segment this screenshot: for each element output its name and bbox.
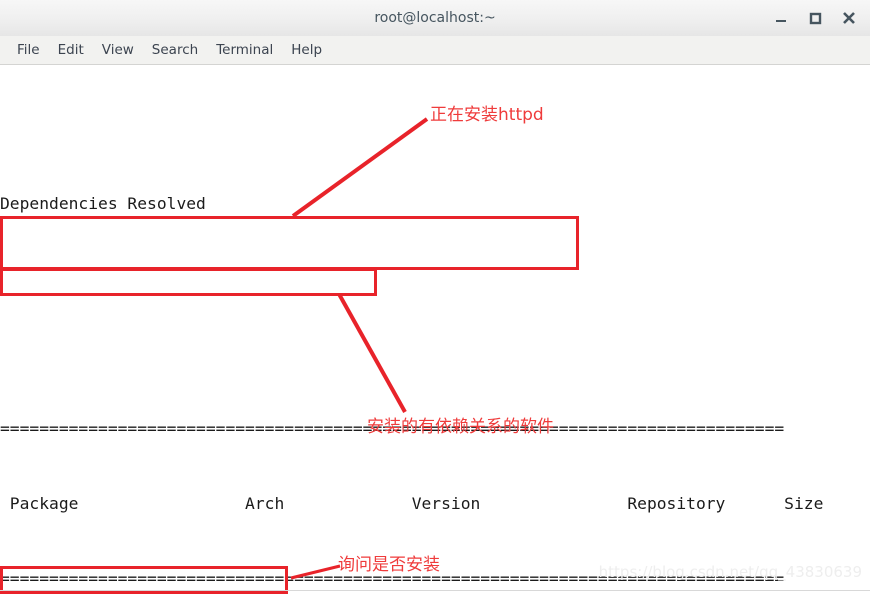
minimize-icon[interactable] [772, 9, 790, 27]
window-titlebar: root@localhost:~ [0, 0, 870, 37]
window-title: root@localhost:~ [374, 10, 496, 26]
csdn-watermark: https://blog.csdn.net/qq_43830639 [598, 563, 862, 581]
bottom-divider [0, 590, 870, 591]
menu-item-help[interactable]: Help [282, 39, 331, 61]
terminal-blank-line-1 [0, 116, 870, 141]
terminal-window-screenshot: root@localhost:~ File Edit View Search T… [0, 0, 870, 595]
table-rule-top: ========================================… [0, 419, 785, 438]
close-icon[interactable] [840, 9, 858, 27]
menu-item-edit[interactable]: Edit [49, 39, 93, 61]
menu-item-terminal[interactable]: Terminal [207, 39, 282, 61]
maximize-icon[interactable] [806, 9, 824, 27]
window-controls [772, 0, 866, 36]
dependencies-resolved-heading: Dependencies Resolved [0, 194, 206, 213]
menubar: File Edit View Search Terminal Help [0, 36, 870, 65]
terminal-output-area[interactable]: Dependencies Resolved ==================… [0, 66, 870, 589]
menu-item-view[interactable]: View [93, 39, 143, 61]
terminal-blank-line-3 [0, 341, 870, 366]
terminal-text: Dependencies Resolved ==================… [0, 66, 870, 589]
table-column-headers: Package Arch Version Repository Size [0, 494, 824, 513]
menu-item-file[interactable]: File [8, 39, 49, 61]
terminal-blank-line-2 [0, 266, 870, 291]
menu-item-search[interactable]: Search [143, 39, 207, 61]
